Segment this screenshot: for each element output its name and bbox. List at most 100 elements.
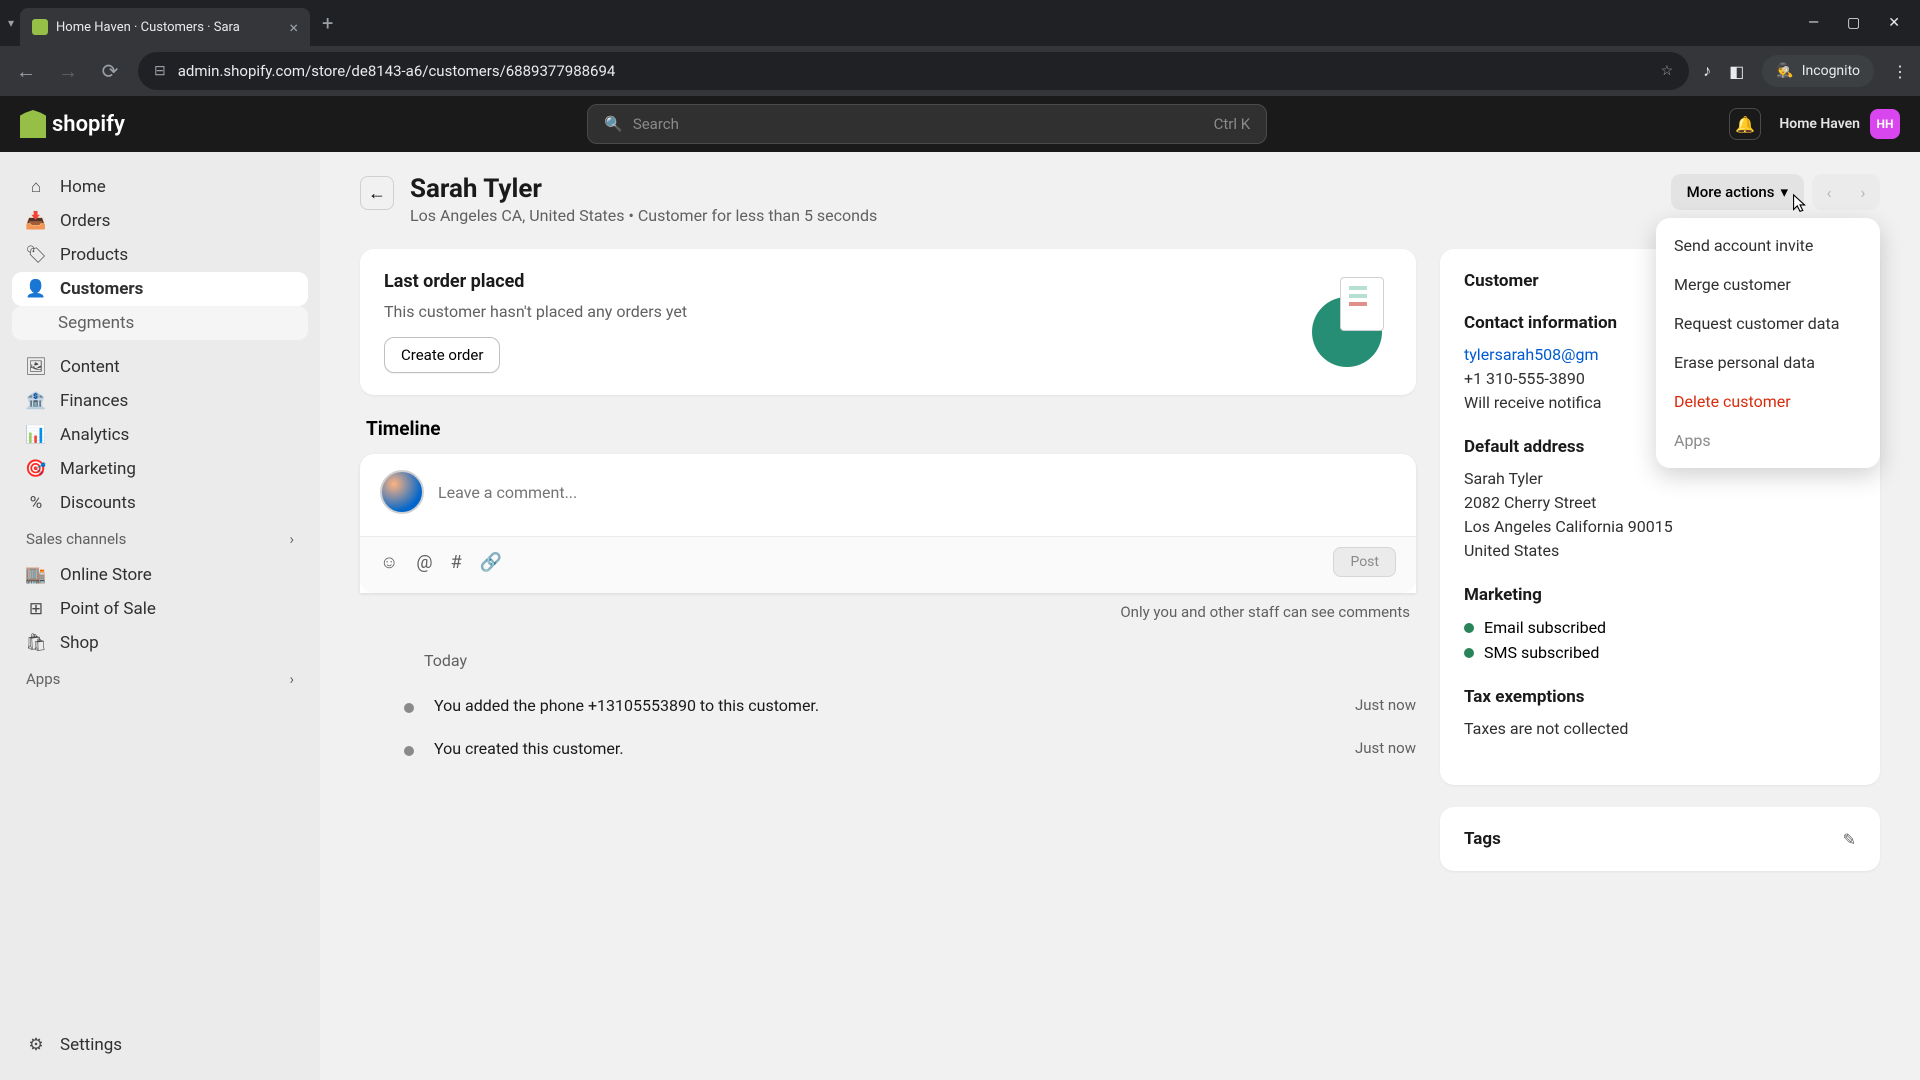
sidebar-item-content[interactable]: 🖼Content [12,350,308,384]
store-icon: 🏬 [26,565,46,585]
sidebar-item-label: Finances [60,391,128,411]
notifications-button[interactable]: 🔔 [1729,108,1761,140]
incognito-badge[interactable]: 🕵 Incognito [1762,55,1874,87]
sidebar-item-analytics[interactable]: 📊Analytics [12,418,308,452]
sidebar-item-customers[interactable]: 👤 Customers [12,272,308,306]
sidebar: ⌂Home 📥 Orders 🏷 Products 👤 Customers Segme… [0,152,320,1080]
menu-erase-data[interactable]: Erase personal data [1656,343,1880,382]
timeline-entry: You created this customer. Just now [360,727,1416,770]
emoji-icon[interactable]: ☺ [380,552,398,573]
address-street: 2082 Cherry Street [1464,491,1856,515]
status-dot-icon [1464,623,1474,633]
menu-request-data[interactable]: Request customer data [1656,304,1880,343]
sms-subscribed-row: SMS subscribed [1464,640,1856,665]
shopify-logo[interactable]: shopify [20,110,125,138]
edit-tags-icon[interactable]: ✎ [1843,830,1856,849]
timeline-text: You created this customer. [434,739,1335,758]
menu-send-invite[interactable]: Send account invite [1656,226,1880,265]
timeline-time: Just now [1355,696,1416,714]
site-settings-icon[interactable]: ⊟ [154,63,166,79]
create-order-button[interactable]: Create order [384,337,500,373]
minimize-icon[interactable]: — [1808,15,1819,31]
comment-visibility-note: Only you and other staff can see comment… [360,593,1416,641]
back-icon[interactable]: ← [12,59,40,84]
sidebar-item-label: Point of Sale [60,599,156,619]
section-label: Apps [26,670,60,688]
sidebar-item-finances[interactable]: 🏦Finances [12,384,308,418]
logo-text: shopify [52,112,125,137]
post-button[interactable]: Post [1333,547,1396,577]
reload-icon[interactable]: ⟳ [96,59,124,83]
sidebar-item-discounts[interactable]: %Discounts [12,486,308,520]
comment-input[interactable] [438,483,1396,502]
back-button[interactable]: ← [360,176,394,210]
chevron-right-icon: › [289,530,294,548]
timeline-time: Just now [1355,739,1416,757]
sidebar-item-home[interactable]: ⌂Home [12,170,308,204]
sidebar-item-label: Discounts [60,493,136,513]
page-subtitle: Los Angeles CA, United States • Customer… [410,206,877,225]
sidebar-item-label: Orders [60,211,110,231]
last-order-card: Last order placed This customer hasn't p… [360,249,1416,395]
close-window-icon[interactable]: ✕ [1888,15,1900,31]
store-name: Home Haven [1779,116,1860,132]
search-icon: 🔍 [604,115,623,133]
global-search[interactable]: 🔍 Search Ctrl K [587,104,1267,144]
sidebar-item-orders[interactable]: 📥 Orders [12,204,308,238]
address-city: Los Angeles California 90015 [1464,515,1856,539]
pager-prev[interactable]: ‹ [1812,174,1846,210]
sidebar-item-label: Content [60,357,120,377]
menu-delete-customer[interactable]: Delete customer [1656,382,1880,421]
address-country: United States [1464,539,1856,563]
customers-icon: 👤 [26,279,46,299]
tags-title: Tags [1464,829,1501,849]
sidebar-item-label: Customers [60,279,143,299]
hashtag-icon[interactable]: # [451,552,462,573]
store-switcher[interactable]: Home Haven HH [1779,109,1900,139]
sidebar-section-apps[interactable]: Apps › [12,660,308,698]
url-text: admin.shopify.com/store/de8143-a6/custom… [178,62,616,80]
marketing-icon: 🎯 [26,459,46,479]
more-actions-label: More actions [1687,183,1775,201]
browser-menu-icon[interactable]: ⋮ [1892,62,1908,81]
timeline-dot-icon [404,703,414,713]
browser-tab[interactable]: Home Haven · Customers · Sara × [20,8,310,46]
address-name: Sarah Tyler [1464,467,1856,491]
pos-icon: ⊞ [26,599,46,619]
chevron-right-icon: › [289,670,294,688]
sidebar-item-marketing[interactable]: 🎯Marketing [12,452,308,486]
link-icon[interactable]: 🔗 [480,552,502,573]
url-bar[interactable]: ⊟ admin.shopify.com/store/de8143-a6/cust… [138,52,1689,90]
main-content: ← Sarah Tyler Los Angeles CA, United Sta… [320,152,1920,1080]
extensions-icon[interactable]: ♪ [1703,61,1711,81]
search-shortcut: Ctrl K [1214,115,1251,133]
products-icon: 🏷 [26,245,46,265]
orders-icon: 📥 [26,211,46,231]
sidebar-section-sales[interactable]: Sales channels › [12,520,308,558]
menu-apps[interactable]: Apps [1656,421,1880,460]
tax-text: Taxes are not collected [1464,717,1856,741]
sidebar-sub-segments[interactable]: Segments [12,306,308,340]
menu-merge-customer[interactable]: Merge customer [1656,265,1880,304]
sidebar-item-products[interactable]: 🏷 Products [12,238,308,272]
mention-icon[interactable]: @ [416,552,432,573]
more-actions-button[interactable]: More actions ▾ [1671,174,1804,210]
browser-tab-bar: ▾ Home Haven · Customers · Sara × + — ▢ … [0,0,1920,46]
maximize-icon[interactable]: ▢ [1847,15,1860,31]
tags-card: Tags ✎ [1440,807,1880,871]
sidebar-item-online-store[interactable]: 🏬Online Store [12,558,308,592]
bookmark-icon[interactable]: ☆ [1661,63,1674,79]
incognito-label: Incognito [1802,63,1860,79]
side-panel-icon[interactable]: ◧ [1729,62,1744,81]
order-illustration [1302,277,1392,367]
analytics-icon: 📊 [26,425,46,445]
sidebar-item-settings[interactable]: ⚙Settings [12,1028,308,1062]
tab-list-dropdown[interactable]: ▾ [8,16,14,30]
sidebar-item-label: Products [60,245,128,265]
sidebar-item-pos[interactable]: ⊞ Point of Sale [12,592,308,626]
tab-close-icon[interactable]: × [289,18,298,37]
new-tab-button[interactable]: + [310,11,345,35]
pager-next[interactable]: › [1846,174,1880,210]
sidebar-item-shop[interactable]: 🛍Shop [12,626,308,660]
shop-icon: 🛍 [26,633,46,653]
